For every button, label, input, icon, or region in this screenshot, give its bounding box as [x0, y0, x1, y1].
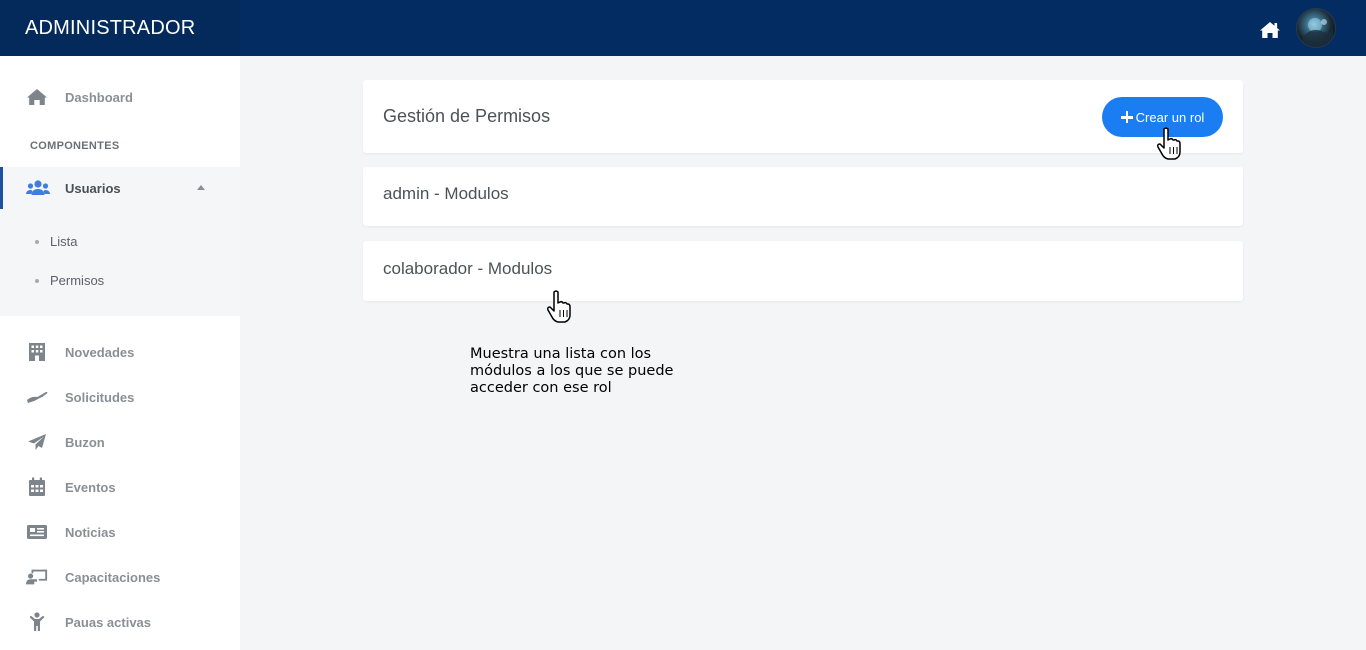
sidebar-group-usuarios: Usuarios Lista Permisos [0, 167, 240, 316]
sidebar-subitem-label: Permisos [50, 273, 105, 288]
sidebar-item-label: Solicitudes [65, 389, 135, 405]
user-avatar[interactable] [1296, 8, 1336, 48]
sidebar-subitem-label: Lista [50, 234, 78, 249]
sidebar-item-label: Dashboard [65, 89, 133, 105]
bullet-icon [35, 279, 39, 283]
create-role-button[interactable]: Crear un rol [1102, 97, 1223, 137]
role-title: admin - Modulos [383, 184, 509, 203]
sidebar-item-label: Pauas activas [65, 614, 152, 630]
sidebar-item-label: Capacitaciones [65, 569, 161, 585]
section-title: COMPONENTES [30, 140, 120, 152]
sidebar-item-label: Eventos [65, 479, 116, 495]
sidebar-item-noticias[interactable]: Noticias [0, 512, 240, 552]
child-icon [26, 612, 48, 632]
building-icon [26, 342, 48, 362]
role-card-admin[interactable]: admin - Modulos [363, 167, 1243, 226]
top-bar: ADMINISTRADOR [0, 0, 1366, 56]
sidebar-item-label: Buzon [65, 434, 105, 450]
page-title: Gestión de Permisos [383, 106, 551, 126]
role-title: colaborador - Modulos [383, 259, 553, 278]
sidebar-item-usuarios[interactable]: Usuarios [0, 167, 240, 209]
role-card-colaborador[interactable]: colaborador - Modulos [363, 241, 1243, 301]
home-icon [26, 87, 48, 107]
sidebar-item-dashboard[interactable]: Dashboard [0, 77, 240, 117]
bullet-icon [35, 240, 39, 244]
sidebar-item-capacitaciones[interactable]: Capacitaciones [0, 557, 240, 597]
calendar-icon [26, 477, 48, 497]
permissions-header-card: Gestión de Permisos Crear un rol [363, 80, 1243, 153]
sidebar-subitem-permisos[interactable]: Permisos [0, 266, 240, 296]
sidebar-item-pausas-activas[interactable]: Pauas activas [0, 602, 240, 642]
users-icon [26, 179, 50, 202]
chalkboard-teacher-icon [26, 567, 48, 587]
sidebar-item-solicitudes[interactable]: Solicitudes [0, 377, 240, 417]
hand-icon [26, 387, 48, 407]
plus-icon [1120, 111, 1133, 123]
sidebar: Dashboard COMPONENTES Usuarios Lista Per… [0, 56, 240, 650]
create-role-label: Crear un rol [1135, 109, 1205, 125]
sidebar-item-label: Usuarios [65, 181, 121, 196]
sidebar-item-eventos[interactable]: Eventos [0, 467, 240, 507]
sidebar-item-novedades[interactable]: Novedades [0, 332, 240, 372]
chevron-up-icon [197, 185, 205, 190]
sidebar-item-label: Novedades [65, 344, 135, 360]
newspaper-icon [26, 522, 48, 542]
sidebar-item-buzon[interactable]: Buzon [0, 422, 240, 462]
annotation-note: Muestra una lista con los módulos a los … [470, 346, 674, 396]
paper-plane-icon [26, 432, 48, 452]
brand-title: ADMINISTRADOR [0, 0, 240, 56]
home-icon[interactable] [1259, 20, 1281, 40]
sidebar-item-label: Noticias [65, 524, 116, 540]
sidebar-subitem-lista[interactable]: Lista [0, 227, 240, 257]
